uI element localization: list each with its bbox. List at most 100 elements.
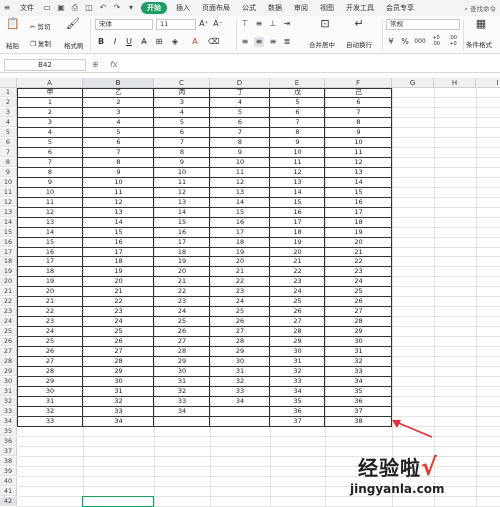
- table-cell[interactable]: 26: [83, 337, 154, 346]
- currency-button[interactable]: ¥: [387, 37, 395, 47]
- table-cell[interactable]: 27: [210, 327, 270, 336]
- table-cell[interactable]: 24: [83, 317, 154, 326]
- row-header-15[interactable]: 15: [0, 227, 17, 237]
- cut-button[interactable]: ✂ 剪切: [30, 21, 51, 31]
- eraser-icon[interactable]: ⌫: [208, 37, 219, 47]
- row-header-6[interactable]: 6: [0, 137, 17, 147]
- table-cell[interactable]: 28: [270, 327, 325, 336]
- table-cell[interactable]: 13: [17, 218, 83, 227]
- table-cell[interactable]: 29: [154, 357, 210, 366]
- table-cell[interactable]: 14: [17, 228, 83, 237]
- table-cell[interactable]: 9: [154, 158, 210, 167]
- table-cell[interactable]: 26: [325, 297, 392, 306]
- table-cell[interactable]: 14: [270, 188, 325, 197]
- thousands-button[interactable]: 000: [414, 37, 426, 47]
- table-cell[interactable]: 29: [325, 327, 392, 336]
- conditional-format-icon[interactable]: ▦: [474, 18, 488, 29]
- table-cell[interactable]: 15: [210, 208, 270, 217]
- select-all-corner[interactable]: [0, 78, 17, 88]
- table-cell[interactable]: 13: [154, 198, 210, 207]
- table-cell[interactable]: 31: [270, 357, 325, 366]
- underline-button[interactable]: U: [125, 37, 133, 47]
- table-cell[interactable]: 4: [17, 128, 83, 137]
- column-header-G[interactable]: G: [392, 78, 434, 88]
- row-header-8[interactable]: 8: [0, 157, 17, 167]
- table-cell[interactable]: 18: [83, 257, 154, 266]
- table-cell[interactable]: 25: [154, 317, 210, 326]
- copy-button[interactable]: ❐ 复制: [30, 38, 51, 48]
- table-cell[interactable]: 8: [270, 128, 325, 137]
- merge-center-button[interactable]: 合并居中: [309, 39, 335, 49]
- table-cell[interactable]: 28: [154, 347, 210, 356]
- table-cell[interactable]: 12: [17, 208, 83, 217]
- table-cell[interactable]: 17: [210, 228, 270, 237]
- table-cell[interactable]: 27: [325, 307, 392, 316]
- table-cell[interactable]: 6: [325, 98, 392, 107]
- number-format-select[interactable]: 常规: [386, 19, 460, 30]
- table-cell[interactable]: 10: [17, 188, 83, 197]
- row-header-38[interactable]: 38: [0, 456, 17, 466]
- table-cell[interactable]: 34: [210, 397, 270, 406]
- merge-icon[interactable]: ⊡: [318, 18, 332, 29]
- table-cell[interactable]: 19: [270, 238, 325, 247]
- row-header-7[interactable]: 7: [0, 147, 17, 157]
- table-cell[interactable]: 7: [270, 118, 325, 127]
- table-cell[interactable]: 8: [210, 138, 270, 147]
- table-cell[interactable]: 20: [270, 248, 325, 257]
- table-cell[interactable]: 35: [270, 397, 325, 406]
- table-header-cell[interactable]: 己: [325, 88, 392, 97]
- sheet-grid[interactable]: A B C D E F G H I 1 2 3 4 5 6 7 8 9 10 11 12 13 14 15 16 17 18 19 20…: [0, 78, 500, 507]
- table-cell[interactable]: 19: [17, 277, 83, 286]
- table-cell[interactable]: 28: [17, 367, 83, 376]
- column-header-H[interactable]: H: [434, 78, 476, 88]
- border-icon[interactable]: ⊞: [154, 37, 164, 47]
- table-cell[interactable]: 24: [270, 287, 325, 296]
- font-color-icon[interactable]: A: [190, 37, 200, 47]
- table-cell[interactable]: 8: [17, 168, 83, 177]
- column-header-A[interactable]: A: [17, 78, 83, 88]
- table-cell[interactable]: 9: [210, 148, 270, 157]
- row-header-35[interactable]: 35: [0, 426, 17, 436]
- table-cell[interactable]: 21: [83, 287, 154, 296]
- table-cell[interactable]: 8: [154, 148, 210, 157]
- table-cell[interactable]: 12: [154, 188, 210, 197]
- table-cell[interactable]: 32: [270, 367, 325, 376]
- table-cell[interactable]: 14: [325, 178, 392, 187]
- row-header-22[interactable]: 22: [0, 297, 17, 307]
- row-header-23[interactable]: 23: [0, 307, 17, 317]
- table-cell[interactable]: 31: [210, 367, 270, 376]
- table-cell[interactable]: 20: [325, 238, 392, 247]
- table-cell[interactable]: 27: [270, 317, 325, 326]
- row-header-25[interactable]: 25: [0, 327, 17, 337]
- table-cell[interactable]: 21: [210, 267, 270, 276]
- table-cell[interactable]: 17: [270, 218, 325, 227]
- table-cell[interactable]: 6: [270, 108, 325, 117]
- column-header-B[interactable]: B: [83, 78, 154, 88]
- table-cell[interactable]: 27: [154, 337, 210, 346]
- table-cell[interactable]: 27: [83, 347, 154, 356]
- table-cell[interactable]: 10: [325, 138, 392, 147]
- row-header-20[interactable]: 20: [0, 277, 17, 287]
- table-cell[interactable]: 8: [83, 158, 154, 167]
- table-cell[interactable]: 38: [325, 417, 392, 426]
- table-cell[interactable]: 6: [154, 128, 210, 137]
- table-cell[interactable]: 10: [154, 168, 210, 177]
- font-name-select[interactable]: 宋体: [95, 19, 153, 30]
- menu-review[interactable]: 审阅: [288, 3, 314, 13]
- table-cell[interactable]: 26: [210, 317, 270, 326]
- table-cell[interactable]: 13: [325, 168, 392, 177]
- wrap-icon[interactable]: ↵: [352, 18, 366, 29]
- table-cell[interactable]: 31: [17, 397, 83, 406]
- table-cell[interactable]: 7: [17, 158, 83, 167]
- table-cell[interactable]: 33: [17, 417, 83, 426]
- font-size-select[interactable]: 11: [156, 19, 196, 30]
- bold-button[interactable]: B: [97, 37, 105, 47]
- table-cell[interactable]: 22: [210, 277, 270, 286]
- table-cell[interactable]: 9: [17, 178, 83, 187]
- table-cell[interactable]: 4: [210, 98, 270, 107]
- table-cell[interactable]: 16: [154, 228, 210, 237]
- table-cell[interactable]: 16: [325, 198, 392, 207]
- table-cell[interactable]: 31: [83, 387, 154, 396]
- table-cell[interactable]: 19: [83, 267, 154, 276]
- format-painter-button[interactable]: 格式刷: [64, 40, 84, 50]
